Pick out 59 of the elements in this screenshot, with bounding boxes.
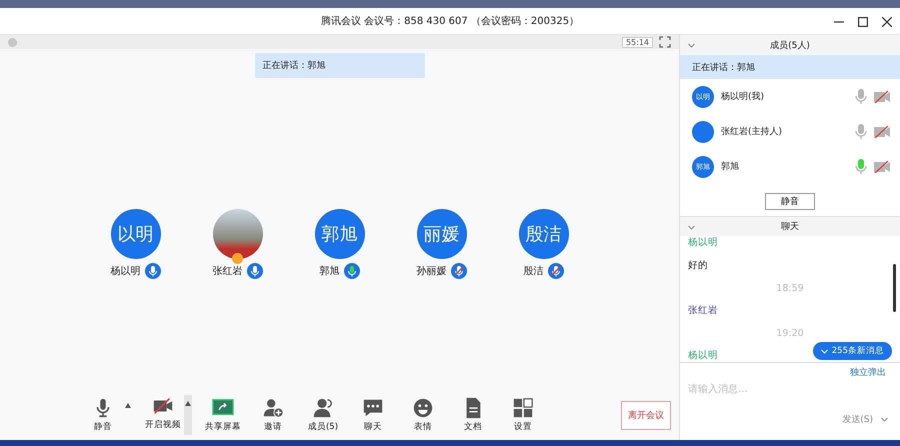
mute-all-button[interactable]: 静音 [765,193,815,210]
smiley-button[interactable]: 表情 [404,397,442,433]
fullscreen-icon[interactable] [659,36,671,48]
members-title: 成员(5人) [770,40,810,52]
send-button[interactable]: 发送(S) [842,413,873,426]
photo-placeholder [692,120,714,142]
participant-name: 杨以明 [110,264,140,278]
video-off-button[interactable]: 开启视频 [144,395,182,431]
microphone-button[interactable]: 静音 [84,397,122,433]
grid-button[interactable]: 设置 [504,397,542,433]
video-off-icon[interactable] [874,126,890,138]
video-off-icon [152,395,174,417]
people-button[interactable]: 成员(5) [304,397,342,433]
sender-name: 杨以明 [688,348,718,362]
chat-bubble-icon [362,397,384,419]
chat-title: 聊天 [781,221,799,233]
caret-icon[interactable] [881,417,888,422]
close-icon[interactable] [882,17,892,27]
popout-link[interactable]: 独立弹出 [850,368,886,378]
add-person-button[interactable]: 邀请 [254,397,292,433]
member-name: 郭旭 [721,160,739,173]
chat-message: 好的 [688,259,708,272]
meeting-timer: 55:14 [622,36,653,48]
dropdown-handle[interactable] [184,395,192,435]
caret-icon[interactable] [125,403,131,408]
caret-icon[interactable] [185,401,191,406]
new-messages-button[interactable]: 255条新消息 [812,342,892,360]
chevron-down-icon [820,348,828,354]
sender-name: 张红岩 [688,304,718,318]
video-off-icon[interactable] [874,90,890,102]
participant-name: 孙丽媛 [416,265,446,278]
smiley-icon [412,397,434,419]
participant-name: 殷洁 [524,264,544,278]
collapse-icon[interactable] [688,43,695,48]
sender-name: 杨以明 [688,236,718,249]
member-name: 杨以明(我) [721,90,764,103]
maximize-icon[interactable] [858,17,868,27]
speaking-banner: 正在讲话：郭旭 [254,53,424,78]
video-off-icon[interactable] [874,160,890,172]
scrollbar[interactable] [893,264,896,312]
participant-name: 郭旭 [320,264,340,278]
participant-name: 张红岩 [212,264,242,278]
member-name: 张红岩(主持人) [721,126,782,138]
message-time: 19:20 [776,328,804,339]
collapse-icon[interactable] [688,225,695,230]
window-title: 腾讯会议 会议号：858 430 607 （会议密码：200325） [320,14,580,28]
screen-share-button[interactable]: 共享屏幕 [204,397,242,433]
people-icon [312,397,334,419]
avatar: 殷洁 [518,209,568,259]
avatar: 以明 [110,209,160,259]
avatar: 丽媛 [416,209,466,259]
avatar: 郭旭 [314,209,364,259]
grid-icon [512,397,534,419]
message-time: 18:59 [776,282,804,294]
leave-meeting-button[interactable]: 离开会议 [621,400,671,430]
add-person-icon [262,397,284,419]
chat-bubble-button[interactable]: 聊天 [354,397,392,433]
document-button[interactable]: 文档 [454,397,492,433]
speaking-notice: 正在讲话：郭旭 [680,55,900,79]
